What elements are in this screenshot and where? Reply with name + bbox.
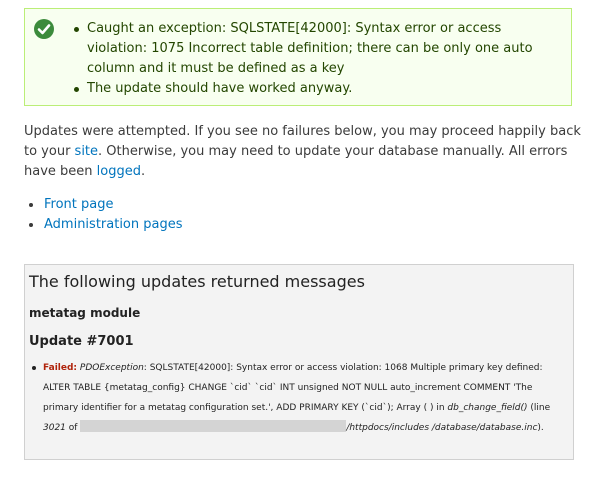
- intro-text-part: .: [140, 164, 146, 179]
- error-text: (line: [527, 403, 551, 413]
- file-path: /httpdocs/includes /database/database.in…: [346, 423, 538, 433]
- line-number: 3021: [43, 423, 66, 433]
- list-item: Administration pages: [29, 215, 183, 235]
- intro-text: Updates were attempted. If you see no fa…: [24, 122, 584, 182]
- update-messages-panel: The following updates returned messages …: [24, 264, 574, 460]
- logged-link[interactable]: logged: [97, 164, 141, 179]
- redacted-path-block: [80, 420, 347, 432]
- status-item: The update should have worked anyway.: [74, 79, 565, 99]
- failed-label: Failed:: [43, 363, 78, 373]
- status-message-box: Caught an exception: SQLSTATE[42000]: Sy…: [24, 8, 572, 106]
- list-item: Front page: [29, 195, 183, 215]
- update-heading: Update #7001: [29, 334, 134, 349]
- status-list: Caught an exception: SQLSTATE[42000]: Sy…: [74, 19, 565, 99]
- status-item: Caught an exception: SQLSTATE[42000]: Sy…: [74, 19, 565, 79]
- site-link[interactable]: site: [75, 144, 98, 159]
- front-page-link[interactable]: Front page: [44, 197, 113, 212]
- exception-name: PDOException: [79, 363, 144, 373]
- navigation-links: Front page Administration pages: [29, 195, 183, 235]
- error-message: Failed: PDOException: SQLSTATE[42000]: S…: [32, 358, 563, 438]
- error-text: of: [65, 423, 81, 433]
- administration-pages-link[interactable]: Administration pages: [44, 217, 183, 232]
- module-heading: metatag module: [29, 306, 141, 320]
- panel-title: The following updates returned messages: [29, 272, 365, 291]
- error-text: ).: [537, 423, 544, 433]
- function-name: db_change_field(): [447, 403, 528, 413]
- checkmark-icon: [34, 19, 54, 39]
